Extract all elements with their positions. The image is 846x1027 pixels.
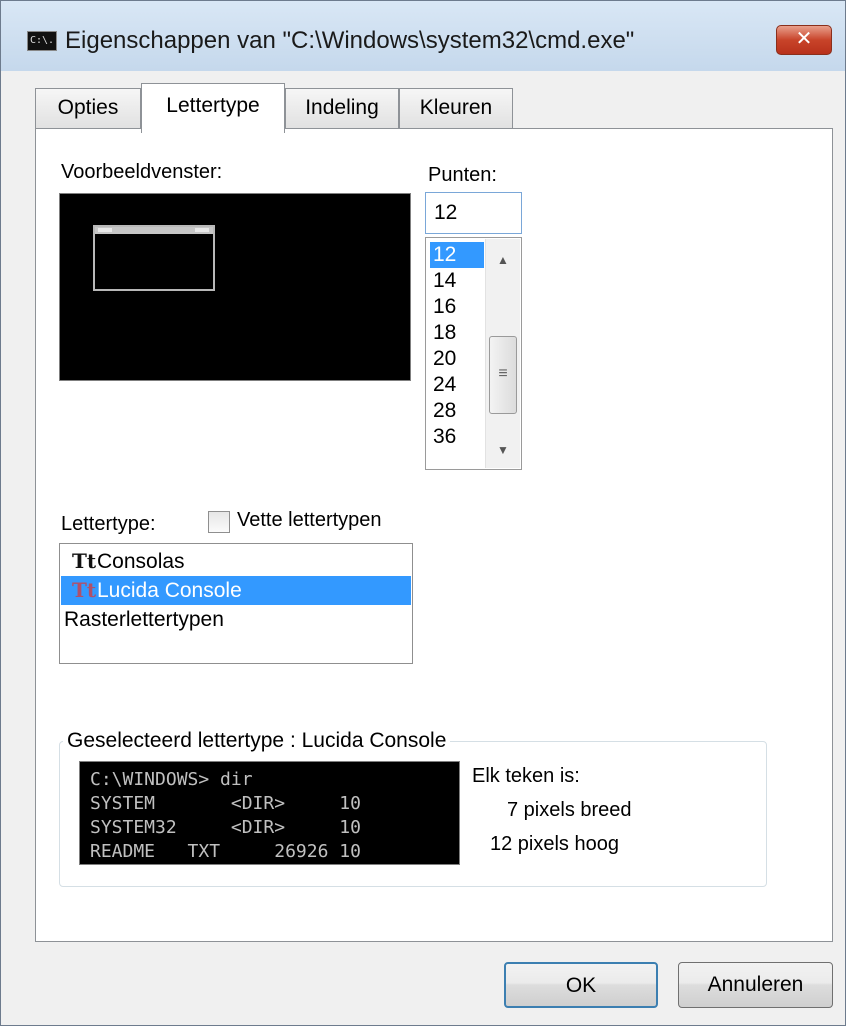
preview-console-window xyxy=(93,225,215,291)
panel-content: Voorbeeldvenster: Punten: 12 12 14 16 18… xyxy=(1,1,846,1027)
bold-fonts-label[interactable]: Vette lettertypen xyxy=(237,509,382,532)
preview-title-mark-right xyxy=(195,228,209,232)
font-label: Lettertype: xyxy=(61,513,156,535)
points-option-14[interactable]: 14 xyxy=(430,268,484,294)
scroll-up-arrow-icon[interactable]: ▲ xyxy=(486,245,520,275)
char-width-text: 7 pixels breed xyxy=(507,799,632,821)
sample-line: SYSTEM32 <DIR> 10 xyxy=(90,817,361,838)
grip-icon: ≡ xyxy=(498,365,508,382)
font-option-consolas[interactable]: TtConsolas xyxy=(61,547,411,576)
sample-line: C:\WINDOWS> dir xyxy=(90,769,253,790)
truetype-icon: Tt xyxy=(71,549,97,573)
points-option-12[interactable]: 12 xyxy=(430,242,484,268)
points-option-20[interactable]: 20 xyxy=(430,346,484,372)
sample-line: README TXT 26926 10 xyxy=(90,841,361,862)
preview-console-titlebar xyxy=(95,227,213,234)
points-input[interactable]: 12 xyxy=(425,192,522,234)
sample-line: SYSTEM <DIR> 10 xyxy=(90,793,361,814)
bold-fonts-checkbox[interactable] xyxy=(208,511,230,533)
points-label: Punten: xyxy=(428,164,497,186)
points-option-18[interactable]: 18 xyxy=(430,320,484,346)
font-option-label: Lucida Console xyxy=(97,579,242,602)
font-option-label: Consolas xyxy=(97,550,185,573)
preview-label: Voorbeeldvenster: xyxy=(61,161,223,183)
char-info-label: Elk teken is: xyxy=(472,765,580,787)
char-height-text: 12 pixels hoog xyxy=(490,833,619,855)
font-option-lucida-console[interactable]: TtLucida Console xyxy=(61,576,411,605)
font-option-rasterlettertypen[interactable]: Rasterlettertypen xyxy=(61,605,414,634)
font-listbox[interactable]: TtConsolas TtLucida Console Rasterletter… xyxy=(59,543,413,664)
properties-dialog: C:\. Eigenschappen van "C:\Windows\syste… xyxy=(0,0,846,1026)
points-listbox[interactable]: 12 14 16 18 20 24 28 36 ▲ ≡ ▼ xyxy=(425,237,522,470)
points-scrollbar[interactable]: ▲ ≡ ▼ xyxy=(485,239,520,468)
points-option-24[interactable]: 24 xyxy=(430,372,484,398)
font-option-label: Rasterlettertypen xyxy=(64,608,224,631)
points-option-16[interactable]: 16 xyxy=(430,294,484,320)
preview-window xyxy=(59,193,411,381)
scroll-thumb[interactable]: ≡ xyxy=(489,336,517,414)
preview-title-mark-left xyxy=(98,228,112,232)
points-option-36[interactable]: 36 xyxy=(430,424,484,450)
font-sample-preview: C:\WINDOWS> dir SYSTEM <DIR> 10 SYSTEM32… xyxy=(79,761,460,865)
scroll-down-arrow-icon[interactable]: ▼ xyxy=(486,435,520,465)
selected-font-title: Geselecteerd lettertype : Lucida Console xyxy=(63,729,451,753)
truetype-icon: Tt xyxy=(71,578,97,602)
points-option-28[interactable]: 28 xyxy=(430,398,484,424)
